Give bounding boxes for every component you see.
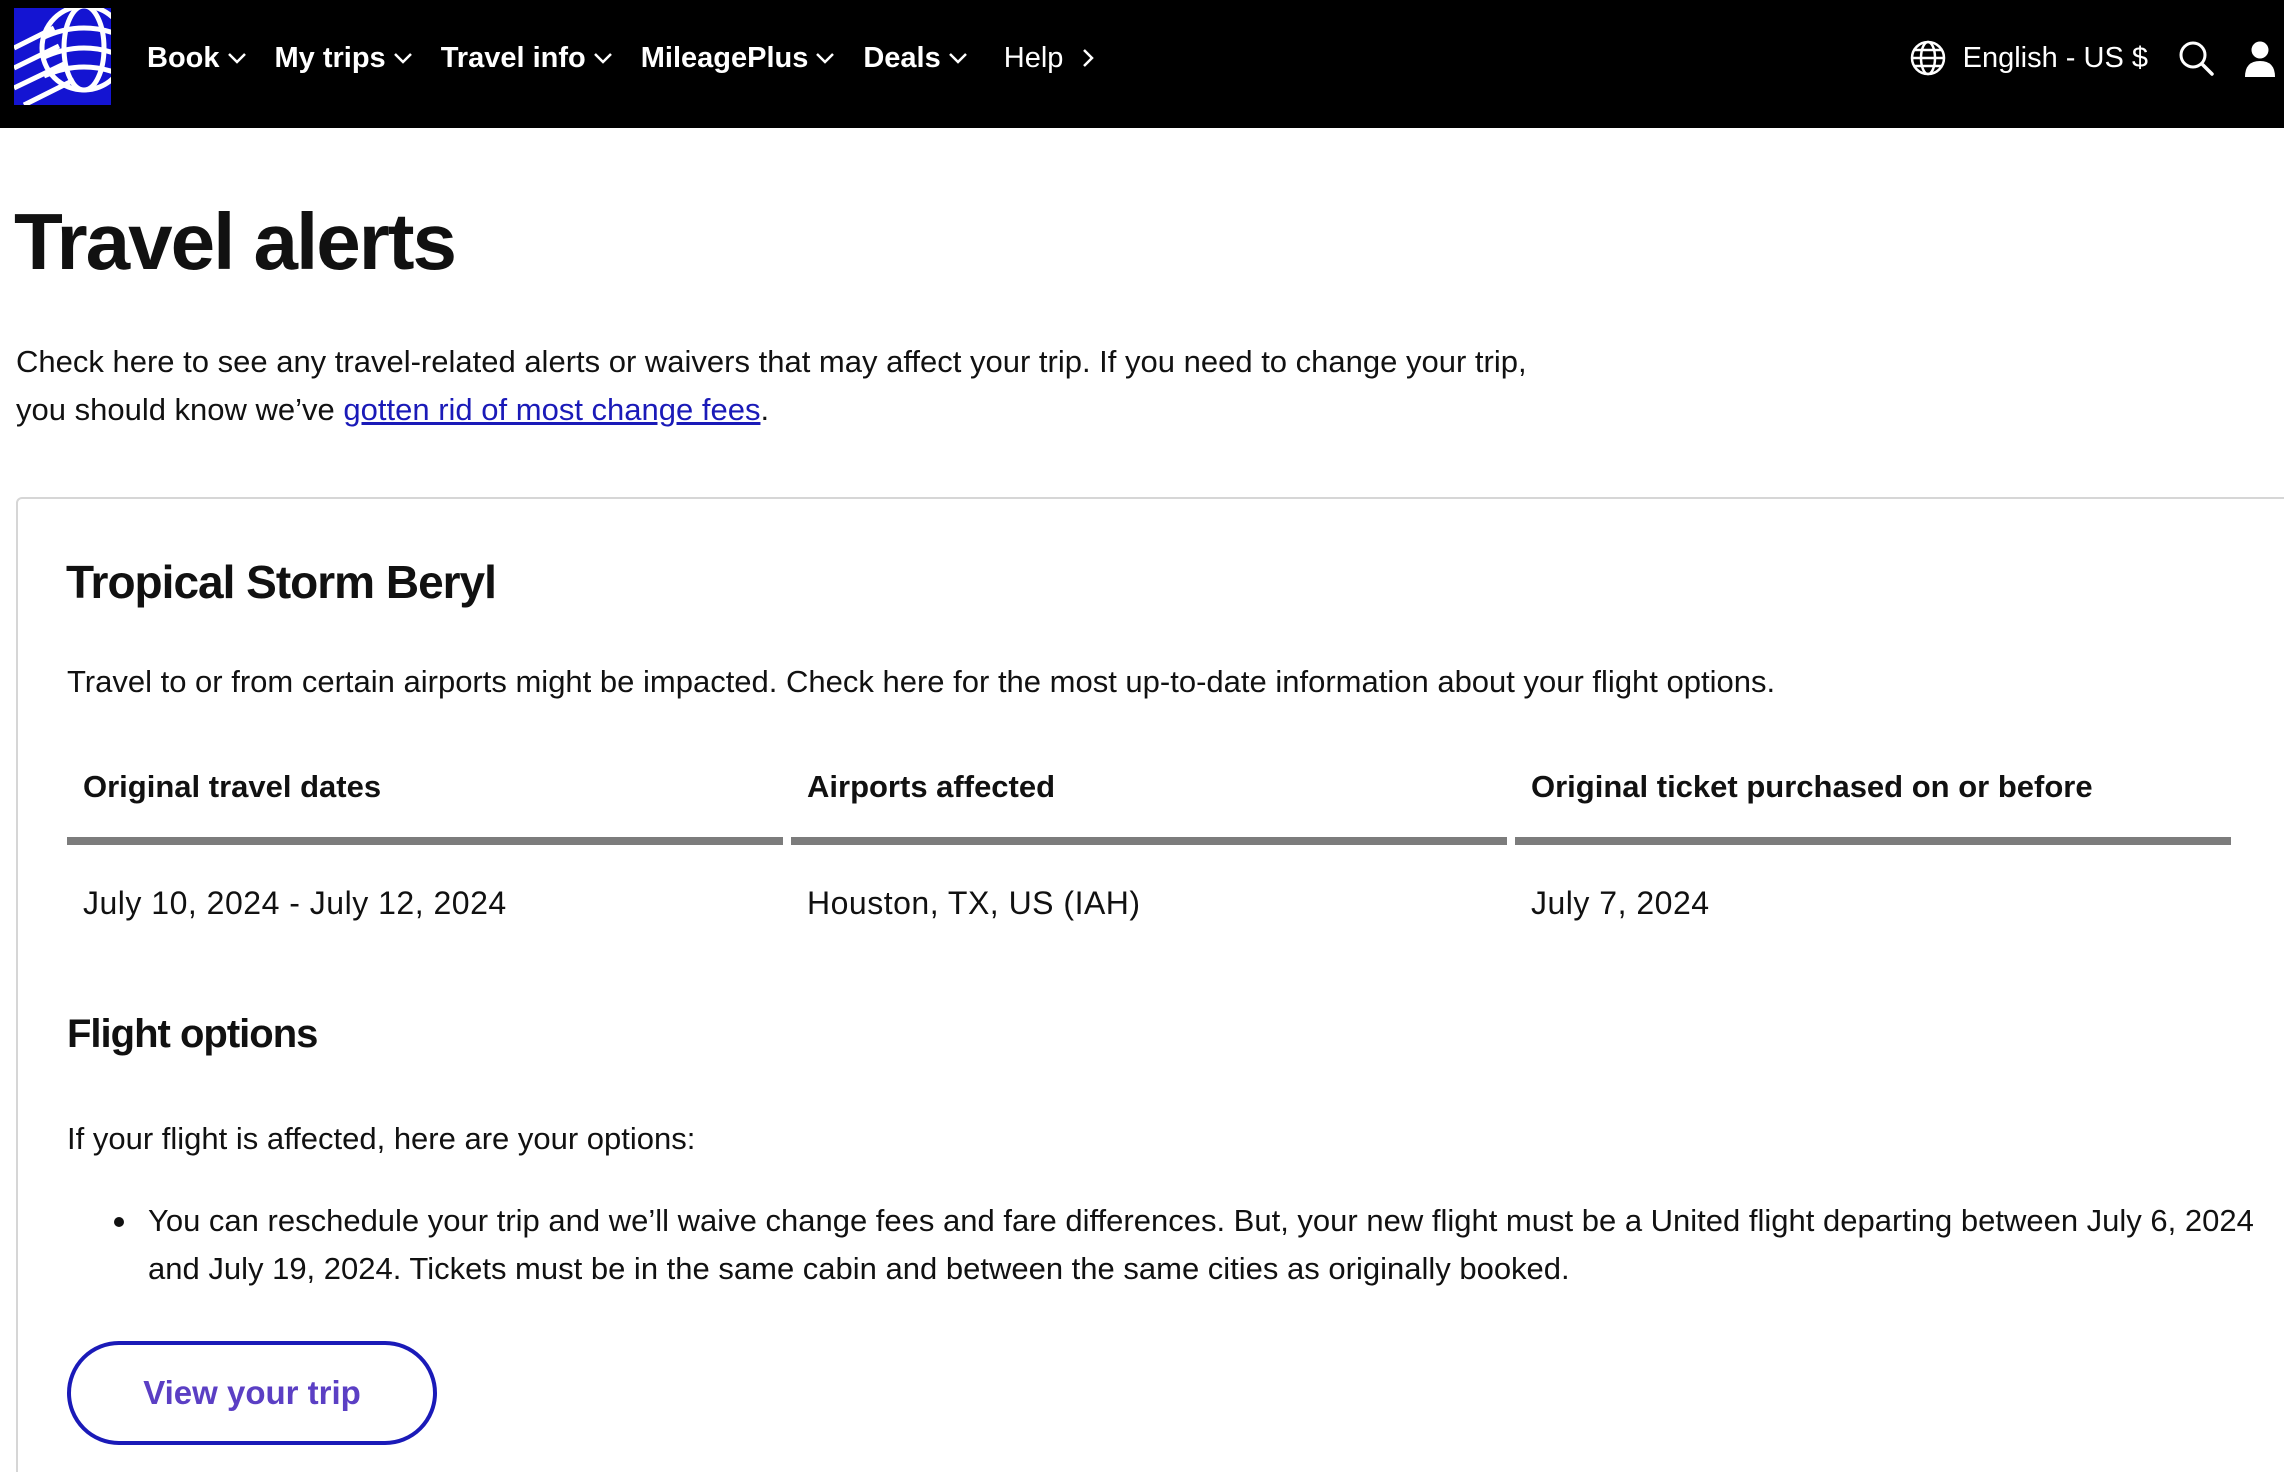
globe-logo-icon (14, 8, 111, 105)
page-title: Travel alerts (14, 197, 457, 286)
nav-book[interactable]: Book (147, 42, 248, 75)
chevron-down-icon (227, 53, 246, 64)
alert-description: Travel to or from certain airports might… (67, 664, 1776, 699)
nav-travel-info[interactable]: Travel info (441, 42, 614, 75)
table-cell-ticket-date: July 7, 2024 (1531, 885, 1710, 921)
nav-deals-label: Deals (863, 41, 941, 74)
nav-my-trips-label: My trips (274, 41, 386, 74)
table-row: July 10, 2024 - July 12, 2024 Houston, T… (67, 845, 2240, 951)
language-selector[interactable]: English - US $ (1909, 39, 2148, 77)
nav-book-label: Book (147, 41, 220, 74)
table-header-ticket-date: Original ticket purchased on or before (1515, 751, 2231, 845)
intro-paragraph: Check here to see any travel-related ale… (16, 338, 1576, 434)
flight-options-title: Flight options (67, 1012, 318, 1056)
table-header-travel-dates: Original travel dates (67, 751, 783, 845)
table-cell-airports: Houston, TX, US (IAH) (807, 885, 1141, 921)
nav-my-trips[interactable]: My trips (275, 42, 414, 75)
top-navigation: Book My trips Travel info MileagePlus De… (0, 0, 2284, 128)
alert-table: Original travel dates Airports affected … (67, 751, 2240, 951)
nav-help-label: Help (1003, 41, 1064, 74)
main-menu: Book My trips Travel info MileagePlus De… (147, 0, 1126, 116)
search-icon[interactable] (2176, 38, 2216, 78)
view-your-trip-button[interactable]: View your trip (67, 1341, 437, 1445)
intro-text-2: you should know we’ve (16, 392, 344, 427)
table-header-airports: Airports affected (791, 751, 1507, 845)
chevron-down-icon (948, 53, 967, 64)
nav-mileageplus-label: MileagePlus (640, 41, 809, 74)
change-fees-link[interactable]: gotten rid of most change fees (343, 392, 760, 427)
chevron-down-icon (816, 53, 835, 64)
chevron-right-icon (1083, 49, 1095, 67)
flight-options-list: You can reschedule your trip and we’ll w… (114, 1197, 2264, 1293)
list-item: You can reschedule your trip and we’ll w… (114, 1197, 2264, 1293)
united-globe-logo[interactable] (14, 8, 111, 105)
chevron-down-icon (593, 53, 612, 64)
nav-travel-info-label: Travel info (440, 41, 586, 74)
chevron-down-icon (393, 53, 412, 64)
alert-title: Tropical Storm Beryl (66, 556, 497, 608)
table-header-row: Original travel dates Airports affected … (67, 751, 2240, 845)
intro-text: Check here to see any travel-related ale… (16, 344, 1527, 379)
nav-mileageplus[interactable]: MileagePlus (641, 42, 837, 75)
nav-utilities: English - US $ (1909, 0, 2284, 116)
flight-options-intro: If your flight is affected, here are you… (67, 1121, 696, 1156)
user-icon[interactable] (2240, 38, 2280, 78)
nav-help[interactable]: Help (1004, 42, 1100, 75)
nav-deals[interactable]: Deals (863, 42, 968, 75)
globe-icon (1910, 40, 1945, 76)
language-label: English - US $ (1962, 41, 2148, 74)
alert-card: Tropical Storm Beryl Travel to or from c… (16, 497, 2284, 1472)
intro-end: . (760, 392, 770, 427)
table-cell-travel-dates: July 10, 2024 - July 12, 2024 (83, 885, 507, 921)
